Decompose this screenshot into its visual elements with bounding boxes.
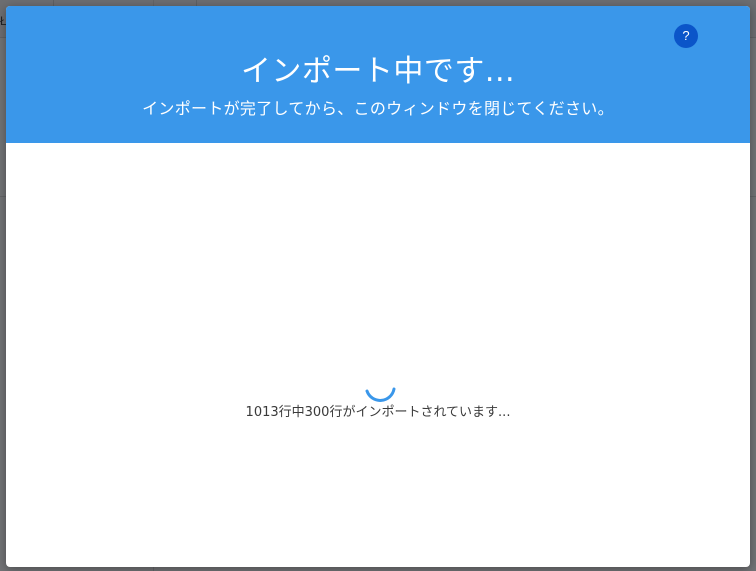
dialog-subtitle: インポートが完了してから、このウィンドウを閉じてください。 — [142, 99, 614, 118]
import-progress-text: 1013行中300行がインポートされています... — [245, 405, 511, 420]
dialog-body: 1013行中300行がインポートされています... — [6, 143, 750, 567]
help-icon[interactable]: ? — [674, 24, 698, 48]
spinner-arc — [365, 387, 396, 402]
dialog-header: インポート中です... インポートが完了してから、このウィンドウを閉じてください… — [6, 6, 750, 143]
import-dialog: インポート中です... インポートが完了してから、このウィンドウを閉じてください… — [6, 6, 750, 567]
dialog-title: インポート中です... — [240, 54, 516, 89]
loading-spinner-icon — [365, 387, 396, 402]
